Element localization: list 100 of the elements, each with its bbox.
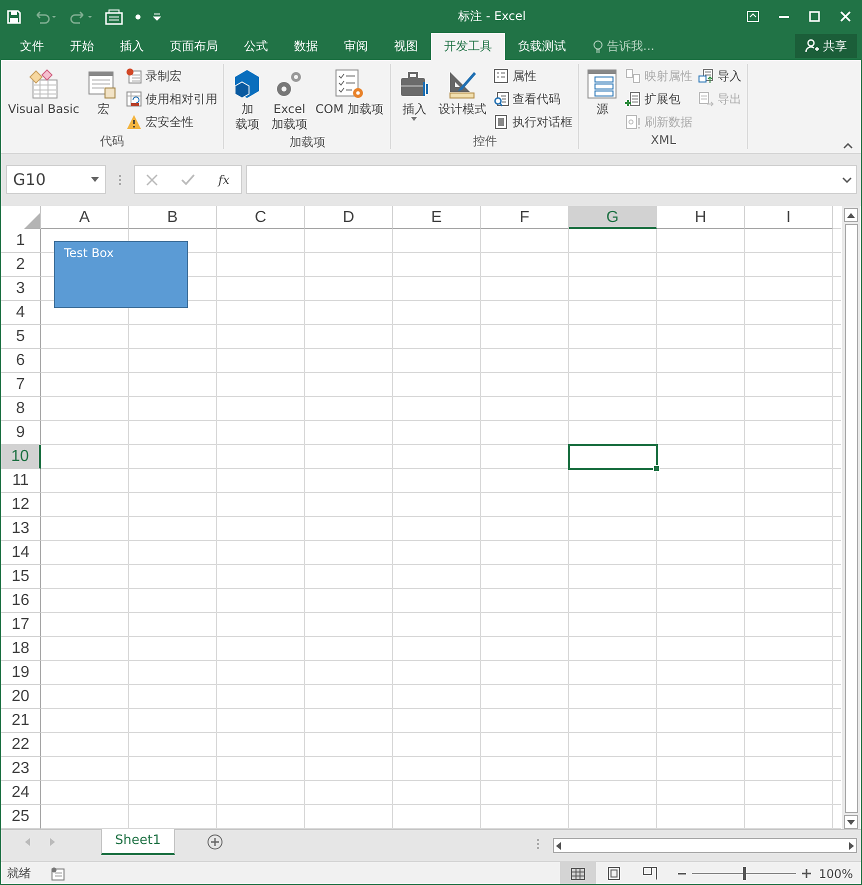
ribbon-button[interactable]: 查看代码 — [491, 88, 574, 110]
ribbon-button[interactable]: COM 加载项 — [312, 64, 386, 134]
record-icon — [126, 68, 142, 84]
row-header[interactable]: 20 — [1, 685, 41, 709]
column-header[interactable]: A — [41, 206, 129, 229]
form-icon — [28, 68, 60, 100]
column-header[interactable]: H — [657, 206, 745, 229]
ribbon-tab[interactable]: 视图 — [381, 33, 431, 60]
ribbon-tab[interactable]: 页面布局 — [157, 33, 231, 60]
ribbon-button[interactable]: 扩展包 — [623, 88, 694, 110]
row-header[interactable]: 11 — [1, 469, 41, 493]
ribbon-button[interactable]: 加 载项 — [228, 64, 266, 134]
row-header[interactable]: 25 — [1, 805, 41, 829]
ribbon-button[interactable]: 源 — [583, 64, 622, 133]
ribbon-button[interactable]: 属性 — [491, 65, 574, 87]
name-box[interactable]: G10 — [6, 165, 106, 194]
column-header[interactable]: E — [393, 206, 481, 229]
scroll-right-icon[interactable] — [849, 842, 854, 850]
ribbon-button[interactable]: 导入 — [696, 65, 744, 87]
customize-icon[interactable] — [153, 12, 161, 20]
save-icon[interactable] — [7, 10, 21, 24]
row-header[interactable]: 22 — [1, 733, 41, 757]
ribbon-button[interactable]: 执行对话框 — [491, 111, 574, 133]
macro-record-icon[interactable] — [51, 866, 65, 880]
xml-source-icon — [586, 68, 618, 100]
ribbon-tab[interactable]: 文件 — [7, 33, 57, 60]
grid-icon — [571, 868, 585, 880]
map-properties-icon — [625, 68, 642, 84]
active-cell[interactable] — [568, 444, 658, 470]
row-header[interactable]: 13 — [1, 517, 41, 541]
row-header[interactable]: 8 — [1, 397, 41, 421]
row-header[interactable]: 15 — [1, 565, 41, 589]
page-icon — [608, 867, 620, 880]
horizontal-scrollbar[interactable] — [553, 838, 857, 853]
zoom-level[interactable]: 100% — [817, 866, 853, 880]
ribbon-button[interactable]: 录制宏 — [124, 65, 220, 87]
view-button[interactable] — [560, 862, 596, 884]
ribbon-button[interactable]: 设计模式 — [435, 64, 490, 133]
scroll-up-icon[interactable] — [847, 212, 855, 218]
column-header[interactable]: F — [481, 206, 569, 229]
row-header[interactable]: 9 — [1, 421, 41, 445]
row-header[interactable]: 24 — [1, 781, 41, 805]
row-header[interactable]: 16 — [1, 589, 41, 613]
person-add-icon — [805, 39, 819, 53]
ribbon-button[interactable]: 宏安全性 — [124, 111, 220, 133]
row-header[interactable]: 17 — [1, 613, 41, 637]
drag-handle-icon[interactable] — [537, 838, 539, 850]
ribbon-button[interactable]: Visual Basic — [5, 64, 82, 133]
row-header[interactable]: 5 — [1, 325, 41, 349]
row-header[interactable]: 4 — [1, 301, 41, 325]
check-icon[interactable] — [181, 174, 196, 186]
row-header[interactable]: 6 — [1, 349, 41, 373]
ribbon-tab[interactable]: 开发工具 — [431, 33, 505, 60]
ribbon-button[interactable]: Excel 加载项 — [268, 64, 310, 134]
column-header[interactable]: I — [745, 206, 833, 229]
scroll-left-icon[interactable] — [556, 842, 561, 850]
collapse-ribbon-icon[interactable] — [843, 143, 853, 149]
row-header[interactable]: 3 — [1, 277, 41, 301]
ribbon-tab[interactable]: 开始 — [57, 33, 107, 60]
tell-me-field[interactable]: 告诉我... — [593, 33, 654, 60]
row-header[interactable]: 2 — [1, 253, 41, 277]
row-header[interactable]: 12 — [1, 493, 41, 517]
row-header[interactable]: 18 — [1, 637, 41, 661]
scrollbar-thumb[interactable] — [844, 224, 858, 813]
column-header[interactable]: D — [305, 206, 393, 229]
column-header[interactable]: B — [129, 206, 217, 229]
sheet-tab[interactable]: Sheet1 — [101, 829, 175, 855]
maximize-icon — [809, 11, 820, 22]
insert-function-button[interactable]: fx — [218, 172, 230, 186]
row-header[interactable]: 14 — [1, 541, 41, 565]
row-header[interactable]: 1 — [1, 229, 41, 253]
ribbon-button[interactable]: 插入 — [395, 64, 434, 133]
row-header[interactable]: 10 — [1, 445, 41, 469]
minimize-icon — [778, 16, 788, 18]
add-sheet-icon[interactable] — [206, 834, 223, 850]
ribbon-tab[interactable]: 插入 — [107, 33, 157, 60]
camera-icon[interactable] — [105, 8, 123, 24]
row-header[interactable]: 7 — [1, 373, 41, 397]
expand-icon — [842, 176, 852, 182]
row-header[interactable]: 21 — [1, 709, 41, 733]
column-header[interactable]: G — [569, 206, 657, 229]
ribbon-tab[interactable]: 公式 — [231, 33, 281, 60]
ribbon-tab[interactable]: 数据 — [281, 33, 331, 60]
formula-field[interactable] — [246, 165, 857, 194]
drag-handle-icon[interactable] — [119, 174, 121, 186]
zoom-in-icon[interactable] — [802, 869, 811, 878]
group-label: 加载项 — [288, 134, 326, 150]
dialog-icon — [493, 114, 510, 130]
zoom-thumb[interactable] — [743, 867, 746, 880]
scroll-down-icon[interactable] — [847, 820, 855, 824]
ribbon-button[interactable]: 宏 — [84, 64, 122, 133]
row-header[interactable]: 19 — [1, 661, 41, 685]
ribbon-tab[interactable]: 负载测试 — [505, 33, 579, 60]
share-button[interactable]: 共享 — [795, 34, 857, 58]
dot-icon[interactable] — [135, 14, 141, 20]
column-header[interactable]: C — [217, 206, 305, 229]
row-header[interactable]: 23 — [1, 757, 41, 781]
lightbulb-icon — [593, 40, 603, 54]
ribbon-tab[interactable]: 审阅 — [331, 33, 381, 60]
ribbon-button[interactable]: 使用相对引用 — [124, 88, 220, 110]
